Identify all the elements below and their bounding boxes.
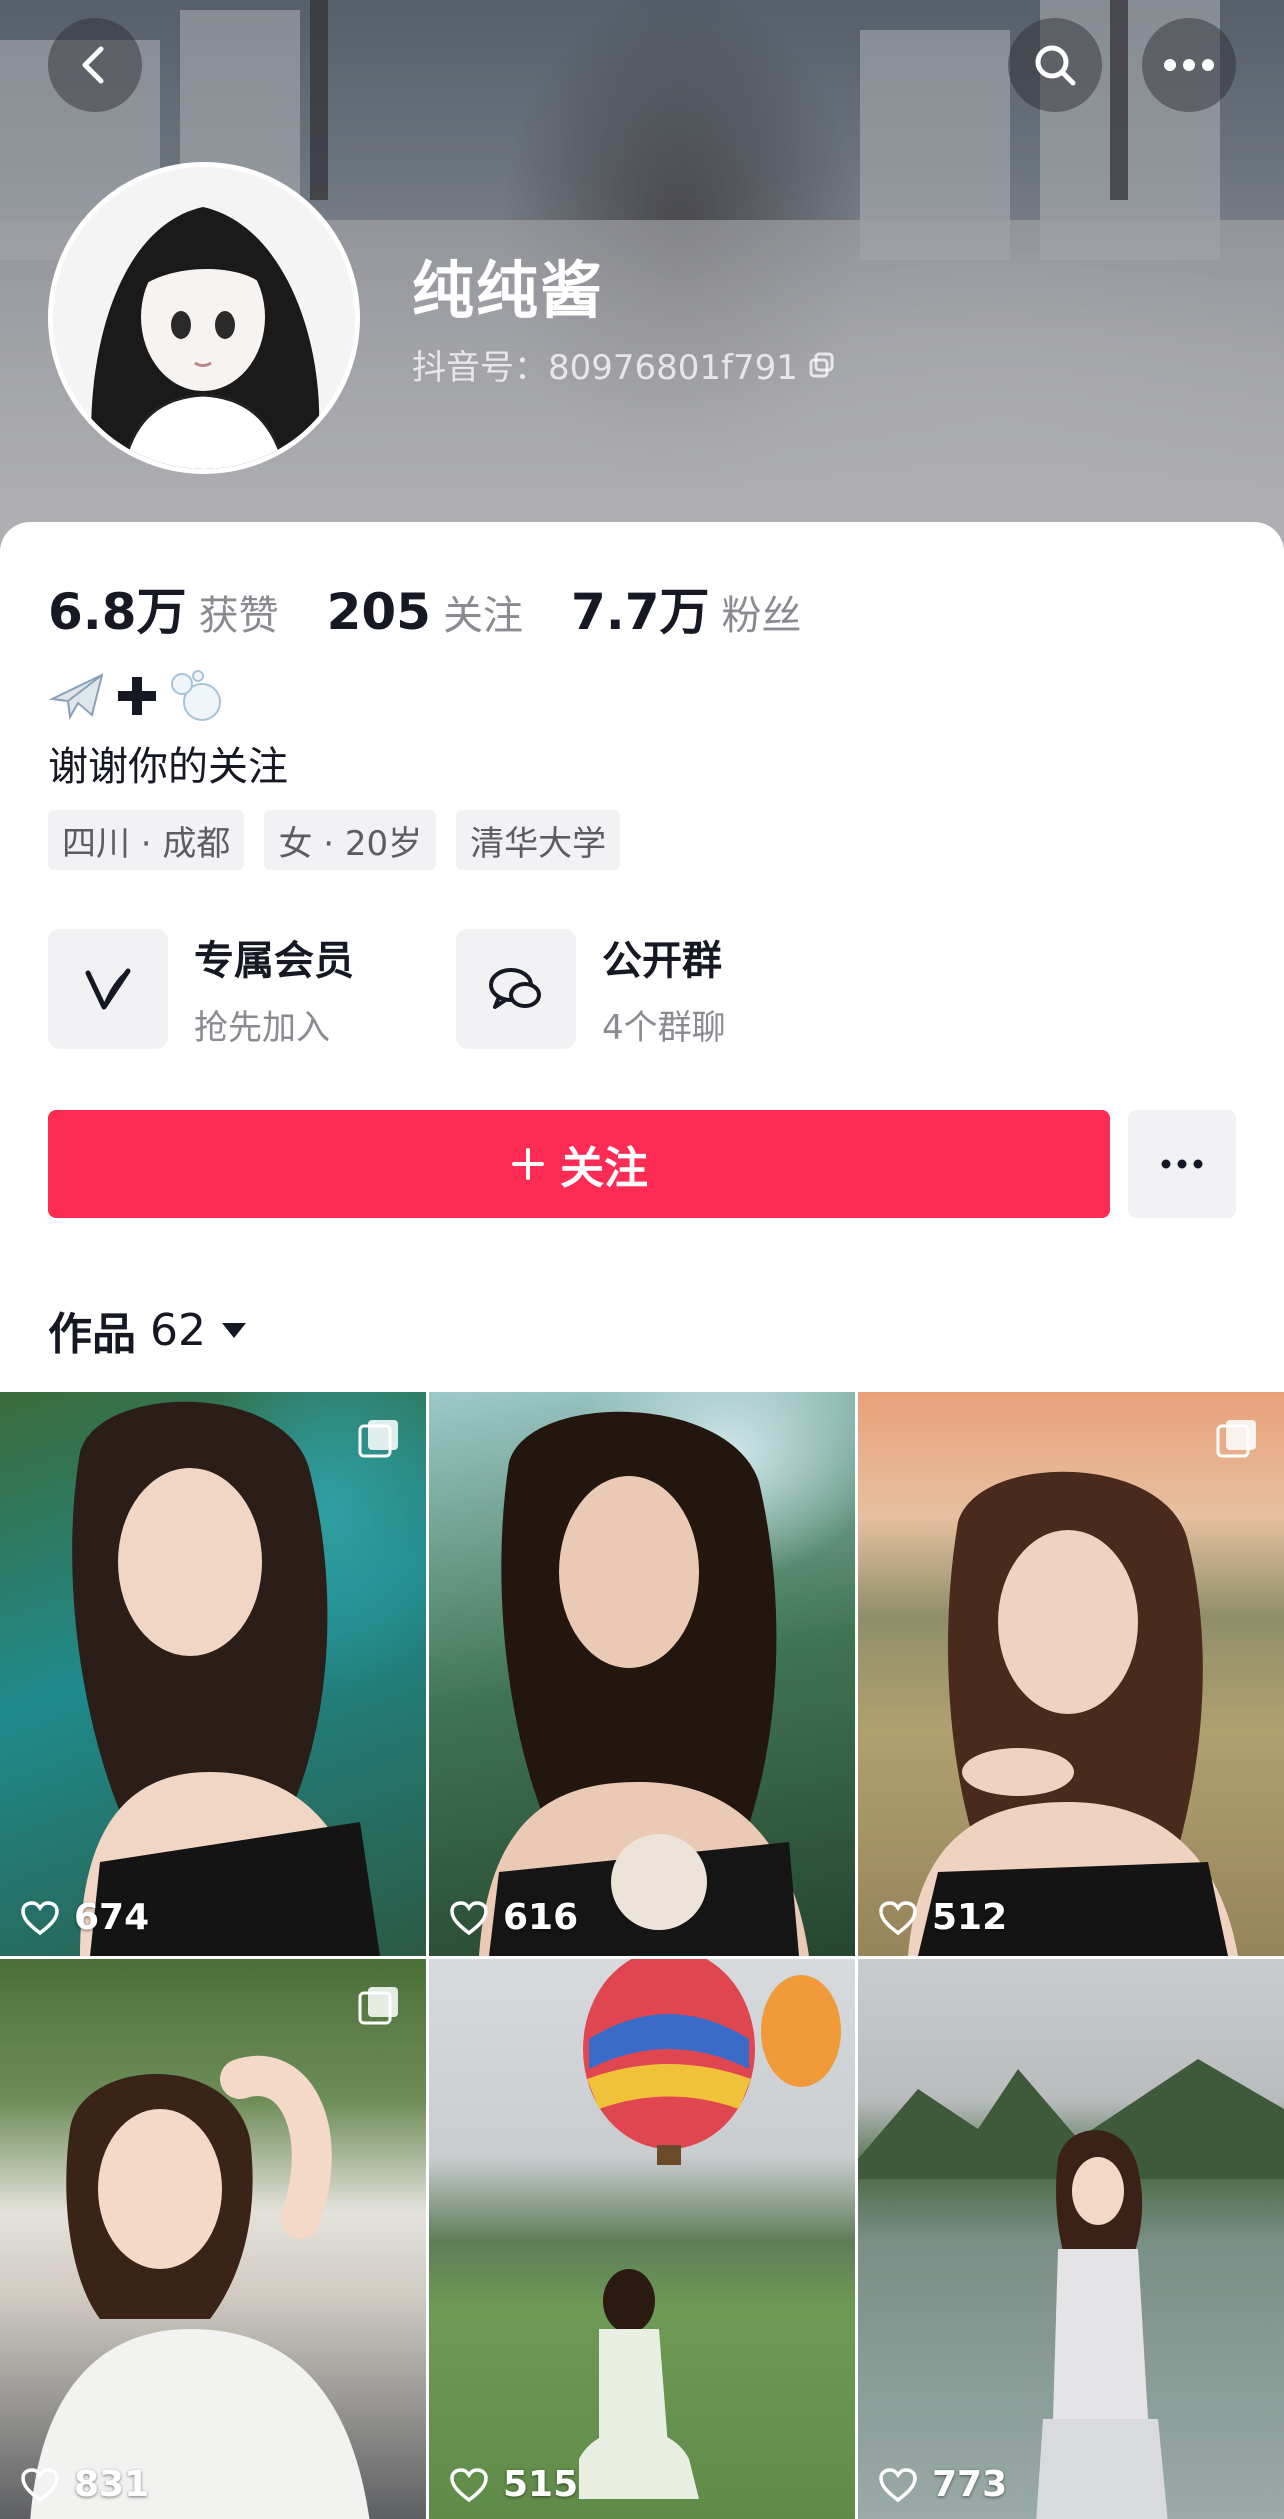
multi-image-icon bbox=[1216, 1420, 1256, 1458]
video-thumbnail[interactable]: 515 bbox=[429, 1959, 855, 2519]
feature-title: 专属会员 bbox=[194, 938, 354, 984]
follow-button[interactable]: 关注 bbox=[48, 1110, 1110, 1218]
video-thumbnail[interactable]: 512 bbox=[858, 1392, 1284, 1956]
copy-icon[interactable] bbox=[808, 351, 836, 379]
heart-icon bbox=[21, 2467, 59, 2502]
like-count: 616 bbox=[503, 1897, 579, 1938]
like-count: 512 bbox=[932, 1897, 1008, 1938]
works-count: 62 bbox=[150, 1304, 206, 1356]
bio-text: 谢谢你的关注 bbox=[48, 744, 288, 790]
back-button[interactable] bbox=[48, 18, 142, 112]
like-count: 674 bbox=[74, 1897, 150, 1938]
tag-school[interactable]: 清华大学 bbox=[456, 810, 621, 870]
plus-icon bbox=[118, 677, 156, 715]
video-thumbnail[interactable]: 773 bbox=[858, 1959, 1284, 2519]
avatar[interactable] bbox=[48, 162, 360, 474]
video-grid: 674 616 512 831 515 773 bbox=[0, 1392, 1284, 2519]
like-count: 831 bbox=[74, 2464, 150, 2505]
stat-value: 205 bbox=[326, 583, 431, 641]
stat-label: 关注 bbox=[442, 593, 523, 639]
video-thumbnail[interactable]: 674 bbox=[0, 1392, 426, 1956]
more-icon bbox=[1161, 1159, 1203, 1169]
anime-avatar-image bbox=[53, 167, 355, 469]
tag-gender-age: 女 · 20岁 bbox=[264, 810, 437, 870]
bubbles-icon bbox=[171, 670, 221, 721]
profile-tags: 四川 · 成都 女 · 20岁 清华大学 bbox=[48, 810, 621, 870]
stat-following[interactable]: 205 关注 bbox=[327, 583, 523, 641]
caret-down-icon bbox=[222, 1323, 246, 1338]
stat-value: 6.8万 bbox=[48, 583, 187, 641]
heart-icon bbox=[450, 2467, 488, 2502]
feature-subtitle: 抢先加入 bbox=[194, 1008, 330, 1048]
like-count: 515 bbox=[503, 2464, 579, 2505]
heart-icon bbox=[21, 1900, 59, 1935]
heart-icon bbox=[450, 1900, 488, 1935]
like-count: 773 bbox=[932, 2464, 1008, 2505]
profile-stats: 6.8万 获赞 205 关注 7.7万 粉丝 bbox=[48, 572, 850, 644]
tag-location: 四川 · 成都 bbox=[48, 810, 245, 870]
video-thumbnail[interactable]: 616 bbox=[429, 1392, 855, 1956]
bio-emoji: ✈️➕🫧 bbox=[48, 668, 224, 724]
back-icon bbox=[82, 46, 104, 84]
group-chat-icon bbox=[456, 928, 576, 1049]
heart-icon bbox=[879, 2467, 917, 2502]
more-icon bbox=[1164, 59, 1214, 71]
more-button[interactable] bbox=[1142, 18, 1236, 112]
multi-image-icon bbox=[358, 1420, 398, 1458]
stat-likes[interactable]: 6.8万 获赞 bbox=[48, 572, 279, 644]
douyin-id-text: 抖音号：80976801f791 bbox=[412, 348, 798, 388]
vip-membership-entry[interactable]: 专属会员 抢先加入 bbox=[48, 928, 354, 1049]
multi-image-icon bbox=[358, 1987, 398, 2025]
stat-label: 获赞 bbox=[198, 593, 279, 639]
video-thumbnail[interactable]: 831 bbox=[0, 1959, 426, 2519]
stat-label: 粉丝 bbox=[721, 593, 802, 639]
nickname: 纯纯酱 bbox=[412, 254, 605, 327]
search-icon bbox=[1035, 45, 1076, 86]
stat-value: 7.7万 bbox=[570, 583, 710, 641]
airplane-icon bbox=[48, 673, 104, 721]
works-label: 作品 bbox=[48, 1309, 136, 1360]
search-button[interactable] bbox=[1008, 18, 1102, 112]
feature-title: 公开群 bbox=[602, 938, 722, 984]
stat-followers[interactable]: 7.7万 粉丝 bbox=[571, 572, 802, 644]
douyin-id[interactable]: 抖音号：80976801f791 bbox=[412, 340, 836, 389]
works-tab[interactable]: 作品 62 bbox=[48, 1298, 248, 1362]
vip-v-icon bbox=[48, 928, 168, 1049]
plus-icon bbox=[512, 1148, 544, 1180]
follow-label: 关注 bbox=[560, 1143, 648, 1194]
public-group-entry[interactable]: 公开群 4个群聊 bbox=[456, 928, 726, 1049]
profile-more-button[interactable] bbox=[1128, 1110, 1236, 1218]
feature-subtitle: 4个群聊 bbox=[602, 1008, 726, 1048]
heart-icon bbox=[879, 1900, 917, 1935]
